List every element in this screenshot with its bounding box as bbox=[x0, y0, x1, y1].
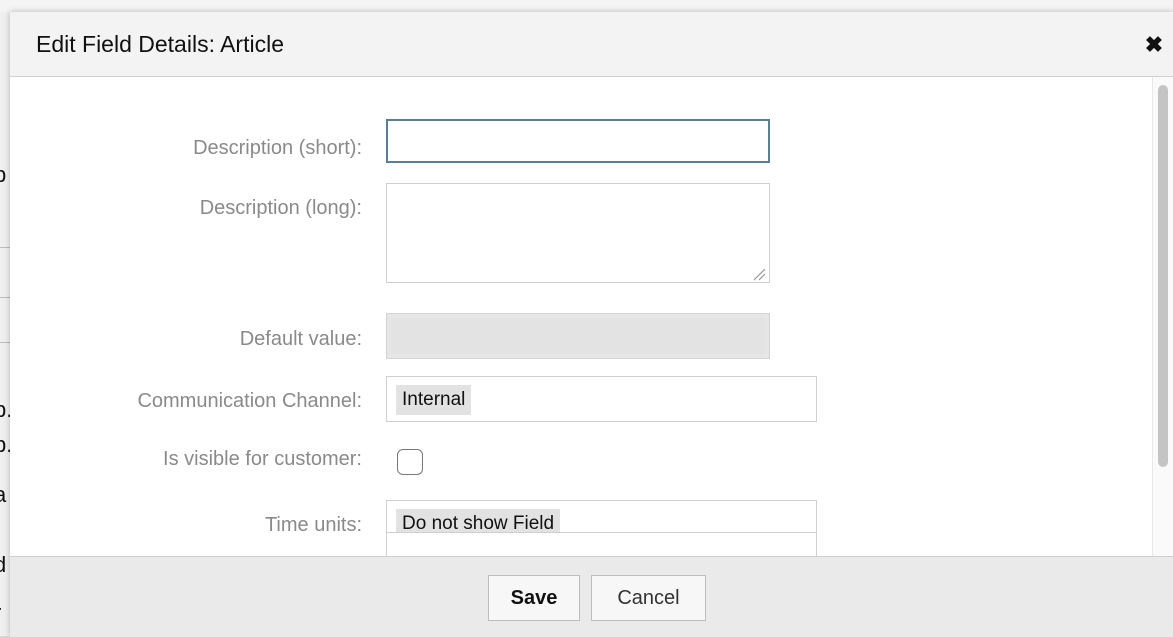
background-text-fragment: a bbox=[0, 482, 7, 507]
dialog-body: Description (short): Description (long):… bbox=[10, 77, 1173, 556]
background-page-left-strip: p p. p. a d r bbox=[0, 12, 10, 636]
description-short-input[interactable] bbox=[386, 119, 770, 163]
background-page-top bbox=[0, 0, 1173, 12]
background-text-fragment: p bbox=[0, 162, 7, 187]
visible-for-customer-checkbox[interactable] bbox=[397, 449, 423, 475]
close-icon[interactable]: ✖ bbox=[1141, 32, 1167, 58]
description-long-textarea[interactable] bbox=[386, 183, 770, 283]
dialog-header: Edit Field Details: Article ✖ bbox=[10, 12, 1173, 77]
description-long-label: Description (long): bbox=[199, 197, 362, 219]
background-text-fragment: d bbox=[0, 552, 7, 577]
background-divider bbox=[0, 247, 10, 248]
cancel-button[interactable]: Cancel bbox=[591, 575, 706, 621]
background-divider bbox=[0, 297, 10, 298]
background-text-fragment: r bbox=[0, 600, 10, 626]
default-value-input-inner bbox=[391, 318, 765, 354]
resize-grip-icon[interactable] bbox=[752, 267, 766, 281]
default-value-input bbox=[386, 313, 770, 359]
visible-for-customer-label: Is visible for customer: bbox=[163, 448, 362, 470]
save-button[interactable]: Save bbox=[488, 575, 580, 621]
scrollbar-thumb[interactable] bbox=[1158, 85, 1168, 467]
time-units-label: Time units: bbox=[264, 514, 362, 536]
communication-channel-label: Communication Channel: bbox=[137, 390, 362, 412]
communication-channel-select[interactable]: Internal bbox=[386, 376, 817, 422]
background-text-fragment: p. bbox=[0, 432, 10, 457]
dialog-title: Edit Field Details: Article bbox=[36, 31, 284, 57]
description-short-label: Description (short): bbox=[193, 137, 362, 159]
dialog-scrollbar[interactable] bbox=[1152, 77, 1173, 556]
communication-channel-selected: Internal bbox=[396, 385, 472, 415]
edit-field-dialog: Edit Field Details: Article ✖ Descriptio… bbox=[10, 12, 1173, 637]
background-text-fragment: p. bbox=[0, 397, 10, 422]
dialog-footer: Save Cancel bbox=[10, 556, 1173, 637]
default-value-label: Default value: bbox=[239, 328, 362, 350]
background-divider bbox=[0, 342, 10, 343]
next-field-partial[interactable] bbox=[386, 532, 817, 556]
